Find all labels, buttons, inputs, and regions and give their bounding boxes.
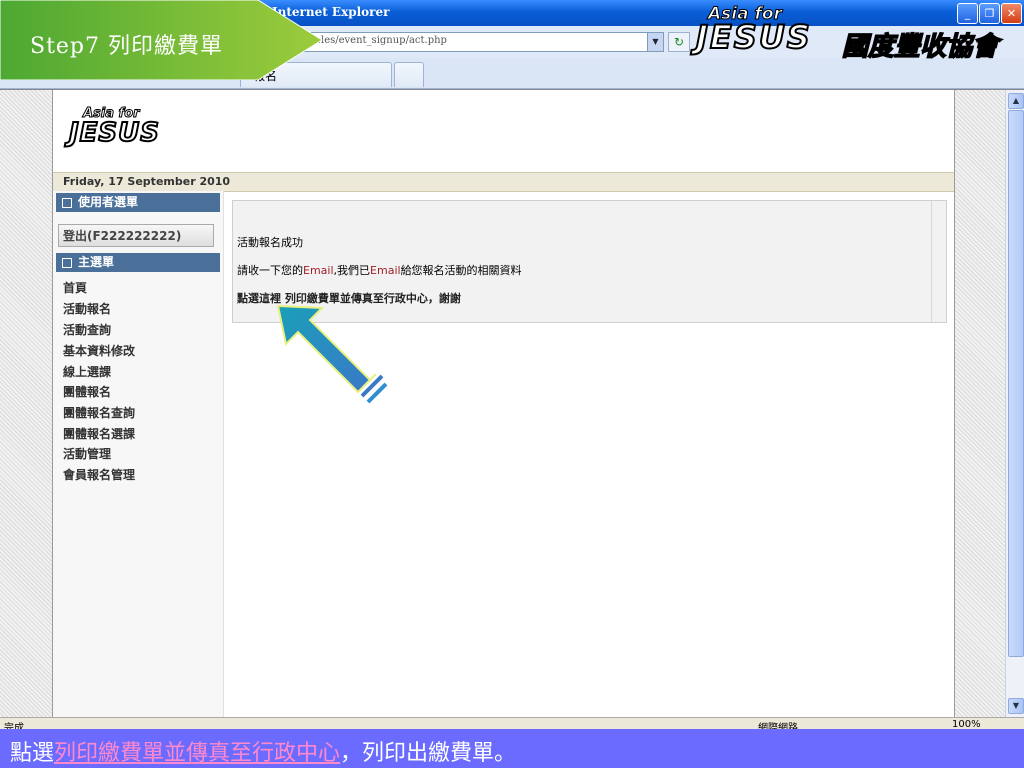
menu-square-icon (62, 197, 72, 208)
menu-item-event-admin[interactable]: 活動管理 (63, 445, 111, 462)
web-page: Asia for JESUS Friday, 17 September 2010… (53, 90, 954, 718)
scroll-up-icon[interactable]: ▲ (1008, 93, 1024, 109)
user-menu-title: 使用者選單 (78, 195, 139, 209)
menu-item-member-admin[interactable]: 會員報名管理 (63, 466, 135, 483)
site-logo[interactable]: Asia for JESUS (67, 106, 187, 152)
divider (931, 201, 932, 322)
logout-button[interactable]: 登出(F222222222) (58, 224, 214, 247)
caption-suffix: ，列印出繳費單。 (340, 741, 517, 766)
email-notice-text-1: 請收一下您的 (237, 264, 303, 277)
menu-item-event-query[interactable]: 活動查詢 (63, 321, 111, 338)
current-date: Friday, 17 September 2010 (63, 175, 231, 188)
date-bar: Friday, 17 September 2010 (53, 172, 954, 192)
page-margin-left (0, 90, 53, 718)
menu-item-event-signup[interactable]: 活動報名 (63, 300, 111, 317)
success-message: 活動報名成功 (237, 236, 303, 249)
menu-square-icon (62, 257, 72, 268)
new-tab-button[interactable] (394, 62, 424, 87)
email-notice-text-2: ,我們已 (333, 264, 371, 277)
menu-item-group-signup[interactable]: 團體報名 (63, 383, 111, 400)
step-banner: Step7 列印繳費單 (0, 0, 325, 80)
menu-item-group-query[interactable]: 團體報名查詢 (63, 404, 135, 421)
main-menu-header: 主選單 (56, 253, 220, 272)
slide-caption: 點選列印繳費單並傳真至行政中心，列印出繳費單。 (0, 729, 1024, 768)
page-margin-right (954, 90, 1005, 718)
menu-item-online-course[interactable]: 線上選課 (63, 363, 111, 380)
caption-link[interactable]: 列印繳費單並傳真至行政中心 (54, 741, 340, 766)
step-banner-label: Step7 列印繳費單 (30, 34, 224, 59)
caption-text: 點選列印繳費單並傳真至行政中心，列印出繳費單。 (10, 735, 516, 767)
email-notice: 請收一下您的Email,我們已Email給您報名活動的相關資料 (237, 262, 522, 278)
vertical-scrollbar[interactable]: ▲ ▼ (1005, 90, 1024, 717)
address-dropdown-icon[interactable]: ▼ (647, 33, 663, 51)
email-notice-text-3: 給您報名活動的相關資料 (400, 264, 522, 277)
brand-org-name: 國度豐收協會 (841, 31, 999, 63)
address-url: …les/event_signup/act.php (311, 35, 447, 46)
brand-logo-line2: JESUS (695, 17, 812, 57)
menu-item-group-course[interactable]: 團體報名選課 (63, 425, 135, 442)
refresh-button[interactable]: ↻ (668, 32, 690, 52)
brand-logo: Asia for JESUS 國度豐收協會 (690, 4, 1020, 63)
browser-viewport: Asia for JESUS Friday, 17 September 2010… (0, 89, 1024, 718)
menu-item-home[interactable]: 首頁 (63, 279, 87, 296)
caption-prefix: 點選 (10, 741, 55, 766)
main-menu-title: 主選單 (78, 255, 115, 269)
scroll-thumb[interactable] (1008, 110, 1024, 657)
scroll-down-icon[interactable]: ▼ (1008, 698, 1024, 714)
user-menu-header: 使用者選單 (56, 193, 220, 212)
menu-item-profile-edit[interactable]: 基本資料修改 (63, 342, 135, 359)
site-logo-line2: JESUS (68, 117, 160, 149)
left-sidebar: 使用者選單 登出(F222222222) 主選單 首頁 活動報名 活動查詢 基本… (53, 191, 224, 718)
pointer-arrow-icon (272, 300, 392, 410)
email-notice-email-2: Email (370, 264, 401, 277)
email-notice-email-1: Email (303, 264, 334, 277)
